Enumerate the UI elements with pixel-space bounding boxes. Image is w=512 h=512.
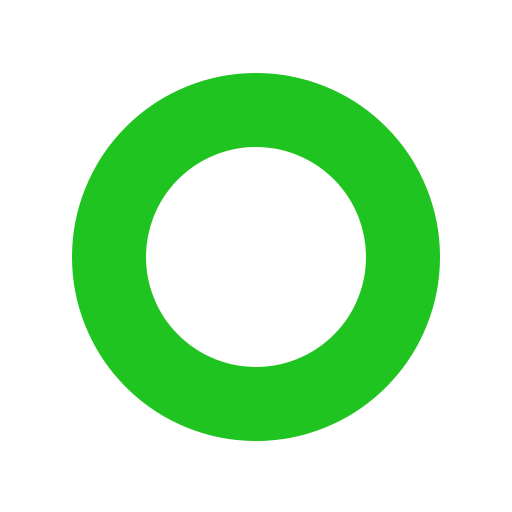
- ring-icon: [72, 73, 440, 441]
- ring-shape: [72, 73, 440, 441]
- icon-canvas: [0, 0, 512, 512]
